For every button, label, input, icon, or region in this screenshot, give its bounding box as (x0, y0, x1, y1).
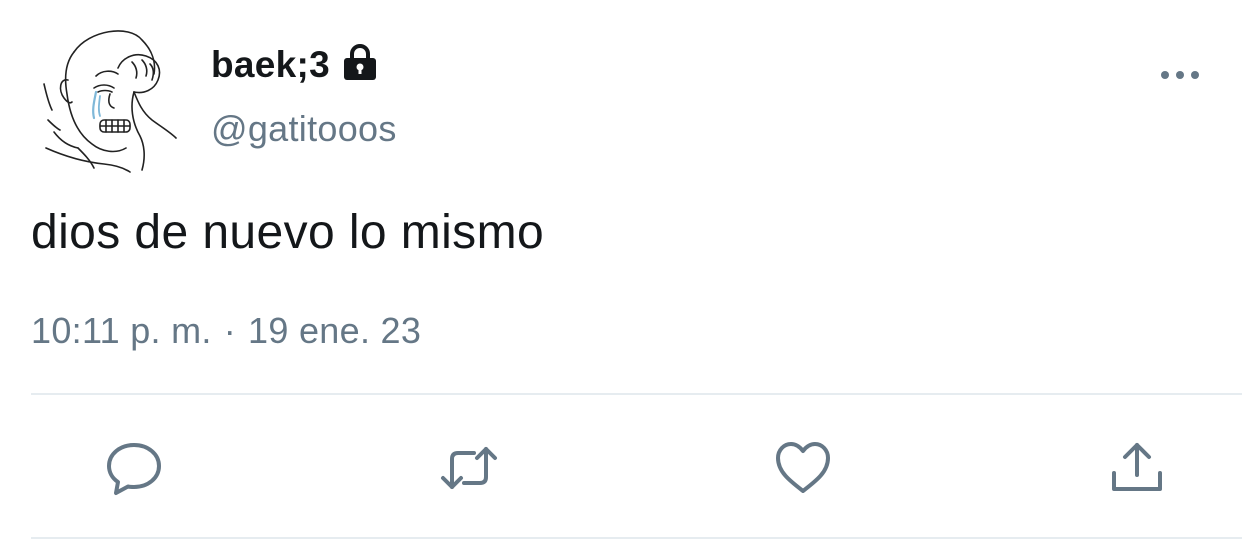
avatar[interactable] (34, 22, 184, 174)
lock-icon (339, 41, 381, 83)
heart-icon (776, 442, 830, 493)
tweet-timestamp[interactable]: 10:11 p. m. · 19 ene. 23 (31, 310, 421, 352)
divider-bottom (31, 537, 1242, 539)
divider (31, 393, 1242, 395)
name-row: baek;3 (211, 40, 381, 90)
tweet-text: dios de nuevo lo mismo (31, 206, 545, 259)
user-handle[interactable]: @gatitooos (211, 108, 397, 150)
more-options-icon[interactable] (1156, 58, 1204, 92)
tweet-time: 10:11 p. m. (31, 310, 212, 351)
share-button[interactable] (1104, 435, 1170, 501)
retweet-icon (441, 447, 497, 489)
reply-button[interactable] (101, 435, 167, 501)
reply-icon (107, 443, 161, 495)
retweet-button[interactable] (436, 435, 502, 501)
crying-wojak-avatar (43, 30, 177, 173)
share-icon (1112, 443, 1162, 491)
meta-separator: · (223, 310, 237, 351)
display-name[interactable]: baek;3 (211, 44, 330, 86)
tweet-date: 19 ene. 23 (248, 310, 422, 351)
tweet-card: baek;3 @gatitooos dios de nuevo lo mismo… (0, 0, 1242, 558)
like-button[interactable] (770, 435, 836, 501)
